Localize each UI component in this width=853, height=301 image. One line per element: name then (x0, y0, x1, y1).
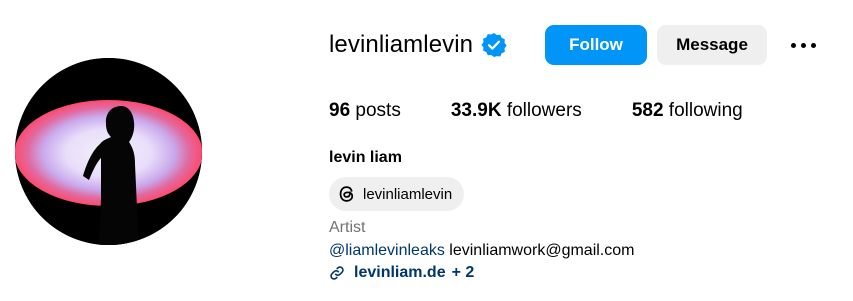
following-stat[interactable]: 582 following (632, 100, 743, 122)
verified-badge-icon (481, 32, 507, 58)
followers-stat[interactable]: 33.9K followers (451, 100, 582, 122)
followers-label: followers (506, 100, 582, 121)
following-count: 582 (631, 100, 664, 121)
threads-icon (337, 184, 357, 204)
following-label: following (668, 100, 743, 121)
profile-avatar[interactable] (15, 58, 202, 245)
posts-count: 96 (329, 100, 351, 121)
bio-email: levinliamwork@gmail.com (449, 242, 635, 259)
followers-count: 33.9K (450, 100, 502, 121)
posts-label: posts (355, 100, 401, 121)
follow-button[interactable]: Follow (545, 25, 647, 65)
profile-full-name: levin liam (329, 149, 402, 166)
more-links-count[interactable]: + 2 (452, 264, 475, 282)
threads-handle: levinliamlevin (363, 185, 453, 203)
profile-username: levinliamlevin (329, 31, 474, 58)
profile-category: Artist (329, 219, 366, 236)
posts-stat[interactable]: 96 posts (329, 100, 401, 122)
bio-text: @liamlevinleaks levinliamwork@gmail.com (329, 242, 634, 260)
profile-stats: 96 posts 33.9K followers 582 following (329, 100, 793, 122)
more-options-icon[interactable] (788, 30, 818, 60)
external-link-text[interactable]: levinliam.de (354, 264, 446, 282)
profile-header: levinliamlevin (329, 25, 507, 65)
link-icon (329, 265, 345, 281)
message-button[interactable]: Message (657, 25, 767, 65)
avatar-image (15, 58, 202, 245)
bio-mention-link[interactable]: @liamlevinleaks (329, 242, 445, 259)
external-links[interactable]: levinliam.de + 2 (329, 264, 474, 282)
threads-link-chip[interactable]: levinliamlevin (329, 177, 465, 211)
